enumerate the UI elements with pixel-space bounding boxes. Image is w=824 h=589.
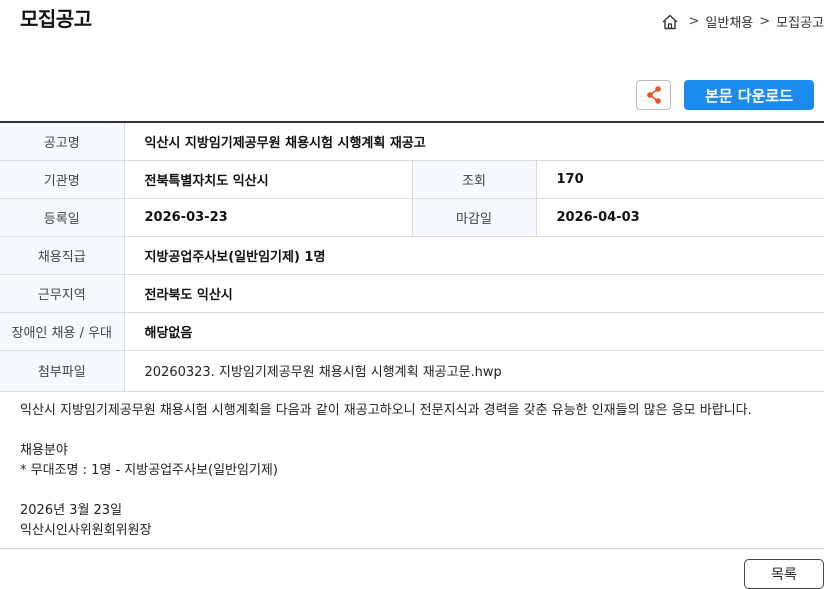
position-value: 지방공업주사보(일반임기제) 1명 [124,236,824,275]
deadline-value: 2026-04-03 [536,198,824,237]
agency-value: 전북특별자치도 익산시 [124,160,412,199]
attachment-link[interactable]: 20260323. 지방임기제공무원 채용시험 시행계획 재공고문.hwp [124,350,824,392]
position-label: 채용직급 [0,236,125,275]
table-row: 등록일 2026-03-23 마감일 2026-04-03 [0,198,824,237]
table-row: 채용직급 지방공업주사보(일반임기제) 1명 [0,236,824,275]
attachment-label: 첨부파일 [0,350,125,392]
download-body-button[interactable]: 본문 다운로드 [684,80,814,110]
reg-date-value: 2026-03-23 [124,198,412,237]
views-value: 170 [536,160,824,199]
body-signature: 익산시인사위원회위원장 [20,523,152,538]
page-title: 모집공고 [20,7,92,31]
breadcrumb-separator: > [759,14,771,29]
table-row: 기관명 전북특별자치도 익산시 조회 170 [0,160,824,199]
breadcrumb: > 일반채용 > 모집공고 [661,12,824,31]
agency-label: 기관명 [0,160,125,199]
notice-info-table: 공고명 익산시 지방임기제공무원 채용시험 시행계획 재공고 기관명 전북특별자… [0,121,824,392]
disabled-value: 해당없음 [124,312,824,351]
table-row: 첨부파일 20260323. 지방임기제공무원 채용시험 시행계획 재공고문.h… [0,350,824,392]
notice-body: 익산시 지방임기제공무원 채용시험 시행계획을 다음과 같이 재공고하오니 전문… [20,401,752,541]
disabled-label: 장애인 채용 / 우대 [0,312,125,351]
body-field-heading: 채용분야 [20,443,68,458]
notice-title-value: 익산시 지방임기제공무원 채용시험 시행계획 재공고 [124,122,824,161]
views-label: 조회 [411,160,537,199]
notice-title-label: 공고명 [0,122,125,161]
table-row: 장애인 채용 / 우대 해당없음 [0,312,824,351]
body-field-item: * 무대조명 : 1명 - 지방공업주사보(일반임기제) [20,463,278,478]
body-intro: 익산시 지방임기제공무원 채용시험 시행계획을 다음과 같이 재공고하오니 전문… [20,403,752,418]
share-button[interactable] [636,80,671,110]
breadcrumb-item-notice[interactable]: 모집공고 [776,12,824,31]
region-value: 전라북도 익산시 [124,274,824,313]
body-date: 2026년 3월 23일 [20,503,123,518]
reg-date-label: 등록일 [0,198,125,237]
home-icon[interactable] [661,13,679,31]
deadline-label: 마감일 [411,198,537,237]
table-row: 근무지역 전라북도 익산시 [0,274,824,313]
table-row: 공고명 익산시 지방임기제공무원 채용시험 시행계획 재공고 [0,122,824,161]
breadcrumb-item-general[interactable]: 일반채용 [705,12,753,31]
divider [0,548,824,549]
region-label: 근무지역 [0,274,125,313]
breadcrumb-separator: > [688,14,700,29]
share-icon [646,86,661,104]
list-button[interactable]: 목록 [744,559,824,589]
